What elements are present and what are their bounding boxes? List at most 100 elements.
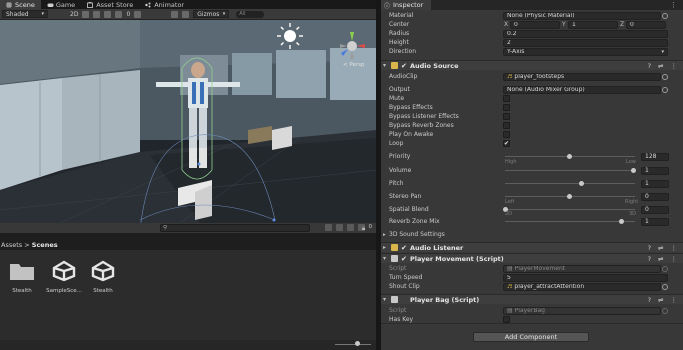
collapse-arrow-icon[interactable]: ▸ [383, 244, 386, 251]
audio-listener-header[interactable]: ▸ ✔ Audio Listener ? ⇌ ⋮ [381, 242, 683, 252]
priority-slider-knob[interactable] [566, 154, 572, 159]
project-search-input[interactable]: ⚲ [160, 224, 310, 232]
reverb-mix-field[interactable]: 1 [641, 217, 669, 226]
audio-source-enabled-checkbox[interactable]: ✔ [401, 62, 407, 70]
bypass-reverb-checkbox[interactable] [503, 122, 510, 129]
help-icon[interactable]: ? [648, 62, 651, 70]
material-field[interactable]: None (Physic Material) [503, 11, 661, 20]
scene-view[interactable]: < Persp [0, 20, 376, 223]
object-picker-icon[interactable] [662, 283, 668, 290]
player-movement-enabled-checkbox[interactable]: ✔ [401, 255, 407, 263]
volume-field[interactable]: 1 [641, 166, 669, 175]
height-field[interactable]: 2 [503, 38, 668, 47]
bypass-listener-checkbox[interactable] [503, 113, 510, 120]
priority-field[interactable]: 128 [641, 152, 669, 161]
tab-inspector[interactable]: ⓘ Inspector [381, 0, 431, 10]
object-picker-icon[interactable] [662, 12, 668, 19]
has-key-checkbox[interactable] [503, 316, 510, 323]
scene-search-input[interactable]: All [236, 10, 265, 18]
property-shout-clip: Shout Clip ♬ player_attractAttention [381, 282, 683, 291]
inspector-tab-bar: ⓘ Inspector ⋮ [381, 0, 683, 10]
mute-checkbox[interactable] [503, 95, 510, 102]
breadcrumb-root[interactable]: Assets [1, 241, 22, 249]
effects-dropdown-icon[interactable] [104, 10, 112, 18]
radius-field[interactable]: 0.2 [503, 29, 668, 38]
icon-size-slider-knob[interactable] [355, 341, 360, 346]
spatial-blend-slider[interactable] [505, 209, 635, 210]
lock-icon[interactable]: 🔒︎ [362, 225, 365, 233]
center-y-field[interactable]: 1 [568, 20, 618, 29]
help-icon[interactable]: ? [648, 244, 651, 252]
kebab-menu-icon[interactable]: ⋮ [671, 255, 678, 263]
gizmos-dropdown[interactable]: Gizmos ▾ [193, 10, 230, 18]
collapse-arrow-icon[interactable]: ▾ [383, 62, 386, 69]
preset-icon[interactable]: ⇌ [658, 62, 663, 70]
filter-by-label-icon[interactable] [346, 224, 354, 231]
help-icon[interactable]: ? [648, 255, 651, 263]
player-bag-header[interactable]: ▾ Player Bag (Script) ? ⇌ ⋮ [381, 294, 683, 304]
audio-source-header[interactable]: ▾ ✔ Audio Source ? ⇌ ⋮ [381, 60, 683, 70]
shout-clip-field[interactable]: ♬ player_attractAttention [503, 282, 661, 291]
center-z-field[interactable]: 0 [626, 20, 666, 29]
tab-animator[interactable]: Animator [139, 0, 190, 9]
filter-by-type-icon[interactable] [335, 224, 343, 231]
stereo-pan-slider-knob[interactable] [566, 194, 572, 199]
preset-icon[interactable]: ⇌ [658, 255, 663, 263]
project-status-bar [0, 340, 376, 350]
shading-mode-dropdown[interactable]: Shaded ▾ [2, 10, 48, 18]
audio-toggle-icon[interactable] [93, 10, 101, 18]
player-movement-header[interactable]: ▾ ✔ Player Movement (Script) ? ⇌ ⋮ [381, 253, 683, 263]
tab-asset-store[interactable]: Asset Store [81, 0, 139, 9]
create-icon[interactable] [324, 224, 332, 231]
bypass-effects-checkbox[interactable] [503, 104, 510, 111]
collapse-arrow-icon[interactable]: ▾ [383, 296, 386, 303]
kebab-menu-icon[interactable]: ⋮ [670, 1, 677, 9]
turn-speed-field[interactable]: 5 [503, 273, 668, 282]
play-on-awake-checkbox[interactable] [503, 131, 510, 138]
asset-item[interactable]: SampleSce... [44, 260, 84, 294]
pitch-slider[interactable] [505, 183, 635, 184]
reverb-mix-slider[interactable] [505, 221, 635, 222]
asset-item[interactable]: Stealth [2, 260, 42, 294]
icon-size-slider[interactable] [335, 344, 371, 345]
preset-icon[interactable]: ⇌ [658, 296, 663, 304]
volume-slider-knob[interactable] [630, 168, 636, 173]
asset-item[interactable]: Stealth [83, 260, 123, 294]
object-picker-icon[interactable] [662, 73, 668, 80]
tab-game[interactable]: Game [41, 0, 81, 9]
asset-name: Stealth [93, 288, 113, 294]
perspective-label[interactable]: < Persp [343, 62, 364, 68]
tab-scene[interactable]: Scene [0, 0, 41, 9]
kebab-menu-icon[interactable]: ⋮ [671, 244, 678, 252]
audioclip-field[interactable]: ♬ player_footsteps [503, 72, 661, 81]
direction-dropdown[interactable]: Y-Axis ▾ [503, 47, 668, 56]
2d-toggle[interactable]: 2D [70, 11, 78, 18]
object-picker-icon[interactable] [662, 86, 668, 93]
reverb-mix-slider-knob[interactable] [618, 219, 624, 224]
center-x-field[interactable]: 0 [510, 20, 560, 29]
breadcrumb-current[interactable]: Scenes [32, 241, 58, 249]
hidden-objects-icon[interactable] [115, 10, 123, 18]
camera-icon[interactable] [182, 10, 190, 18]
preset-icon[interactable]: ⇌ [658, 244, 663, 252]
audio-listener-enabled-checkbox[interactable]: ✔ [401, 244, 407, 252]
lighting-toggle-icon[interactable] [82, 10, 90, 18]
foldout-arrow-icon[interactable]: ▸ [383, 232, 386, 238]
collapse-arrow-icon[interactable]: ▾ [383, 255, 386, 262]
kebab-menu-icon[interactable]: ⋮ [671, 62, 678, 70]
pitch-slider-knob[interactable] [579, 181, 585, 186]
kebab-menu-icon[interactable]: ⋮ [671, 296, 678, 304]
spatial-blend-field[interactable]: 0 [641, 205, 669, 214]
property-bag-script: Script ▤ PlayerBag [381, 306, 683, 315]
help-icon[interactable]: ? [648, 296, 651, 304]
pitch-field[interactable]: 1 [641, 179, 669, 188]
volume-slider[interactable] [505, 170, 635, 171]
height-label: Height [389, 39, 409, 46]
grid-toggle-icon[interactable] [134, 10, 142, 18]
sound-settings-foldout[interactable]: ▸ 3D Sound Settings [381, 230, 683, 239]
stereo-pan-field[interactable]: 0 [641, 192, 669, 201]
loop-checkbox[interactable]: ✔ [503, 140, 510, 147]
tools-icon[interactable] [171, 10, 179, 18]
add-component-button[interactable]: Add Component [473, 332, 589, 342]
output-field[interactable]: None (Audio Mixer Group) [503, 85, 661, 94]
